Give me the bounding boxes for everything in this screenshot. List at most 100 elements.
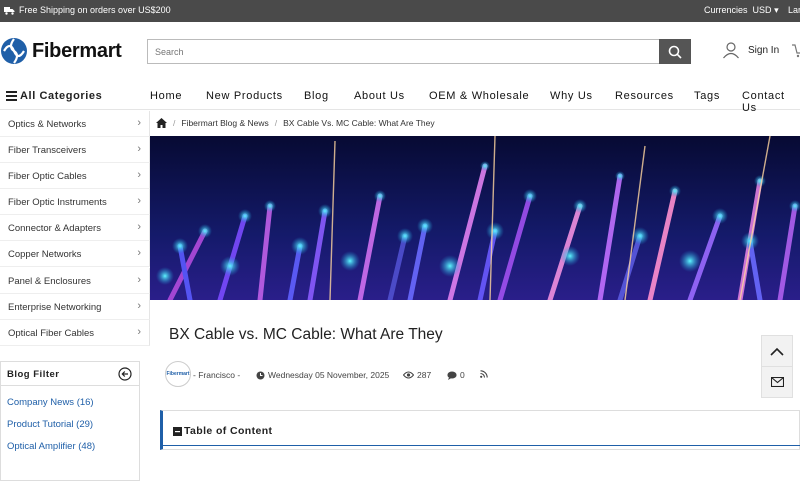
main-nav: All Categories Home New Products Blog Ab… [0, 84, 800, 114]
category-label: Fiber Optic Instruments [8, 197, 107, 208]
category-label: Optical Fiber Cables [8, 328, 95, 339]
search-button[interactable] [659, 39, 691, 64]
sign-in-link[interactable]: Sign In [722, 41, 779, 59]
currency-selector[interactable]: Currencies USD ▾ [704, 5, 779, 16]
cart-icon [792, 44, 800, 58]
back-to-top-button[interactable] [761, 335, 793, 367]
blog-filter-header: Blog Filter [1, 362, 139, 386]
article-title: BX Cable vs. MC Cable: What Are They [169, 326, 443, 343]
category-label: Panel & Enclosures [8, 276, 91, 287]
chevron-right-icon: › [137, 300, 141, 312]
rss-link[interactable] [480, 370, 488, 378]
nav-blog[interactable]: Blog [304, 90, 329, 102]
chevron-up-icon [770, 347, 784, 356]
search-icon [668, 45, 682, 59]
brand-name: Fibermart [32, 39, 122, 62]
chevron-right-icon: › [137, 195, 141, 207]
breadcrumb: / Fibermart Blog & News / BX Cable Vs. M… [150, 110, 800, 136]
user-icon [723, 42, 739, 59]
filter-link[interactable]: Company News (16) [7, 397, 94, 408]
contact-mail-button[interactable] [761, 366, 793, 398]
views-count: 287 [417, 370, 432, 380]
nav-resources[interactable]: Resources [615, 90, 674, 102]
category-item[interactable]: Fiber Optic Instruments › [0, 189, 150, 215]
eye-icon [403, 371, 414, 379]
fibermart-logo-icon [1, 38, 27, 64]
category-label: Fiber Optic Cables [8, 171, 87, 182]
chevron-down-icon: ▾ [774, 5, 779, 15]
post-date-text: Wednesday 05 November, 2025 [268, 370, 390, 380]
views: 287 [403, 370, 431, 380]
category-item[interactable]: Fiber Transceivers › [0, 137, 150, 163]
category-item[interactable]: Panel & Enclosures › [0, 268, 150, 294]
category-label: Connector & Adapters [8, 223, 101, 234]
nav-about-us[interactable]: About Us [354, 90, 405, 102]
sign-in-label: Sign In [748, 44, 780, 56]
blog-filter: Blog Filter Company News (16) Product Tu… [0, 361, 140, 481]
breadcrumb-separator: / [173, 118, 176, 128]
clock-icon [256, 371, 265, 379]
category-item[interactable]: Optics & Networks › [0, 111, 150, 137]
toc-toggle[interactable]: Table of Content [173, 425, 272, 437]
article-banner-image [150, 135, 800, 303]
nav-tags[interactable]: Tags [694, 90, 720, 102]
minus-square-icon [173, 426, 182, 436]
chevron-right-icon: › [137, 326, 141, 338]
nav-oem-wholesale[interactable]: OEM & Wholesale [429, 90, 529, 102]
nav-why-us[interactable]: Why Us [550, 90, 593, 102]
chevron-right-icon: › [137, 221, 141, 233]
comments[interactable]: 0 [447, 370, 465, 380]
top-bar: Free Shipping on orders over US$200 Curr… [0, 0, 800, 22]
filter-link[interactable]: Optical Amplifier (48) [7, 441, 95, 452]
blog-filter-title: Blog Filter [7, 369, 60, 380]
chevron-right-icon: › [137, 247, 141, 259]
category-label: Optics & Networks [8, 119, 87, 130]
chevron-right-icon: › [137, 117, 141, 129]
toc-divider [163, 445, 800, 446]
comments-count: 0 [460, 370, 465, 380]
logo[interactable]: Fibermart [0, 37, 122, 65]
search-box [147, 39, 691, 64]
category-label: Fiber Transceivers [8, 145, 87, 156]
hamburger-icon [6, 91, 17, 101]
category-label: Copper Networks [8, 249, 82, 260]
arrow-left-circle-icon [118, 367, 132, 381]
shipping-text: Free Shipping on orders over US$200 [19, 5, 171, 15]
nav-home[interactable]: Home [150, 90, 182, 102]
shipping-notice: Free Shipping on orders over US$200 [4, 5, 171, 15]
currencies-label: Currencies [704, 5, 748, 15]
all-categories-button[interactable]: All Categories [6, 90, 102, 102]
category-item[interactable]: Optical Fiber Cables › [0, 320, 150, 346]
avatar-logo-text: Fibermart [166, 371, 190, 377]
category-label: Enterprise Networking [8, 302, 102, 313]
truck-icon [4, 6, 15, 15]
breadcrumb-separator: / [274, 118, 278, 128]
nav-new-products[interactable]: New Products [206, 90, 283, 102]
all-categories-label: All Categories [20, 90, 103, 102]
chevron-right-icon: › [137, 169, 141, 181]
category-item[interactable]: Connector & Adapters › [0, 215, 150, 241]
filter-link[interactable]: Product Tutorial (29) [7, 419, 93, 430]
comment-icon [447, 371, 457, 380]
table-of-content: Table of Content [160, 410, 800, 450]
home-icon[interactable] [156, 118, 167, 128]
toc-title: Table of Content [184, 425, 273, 437]
category-item[interactable]: Copper Networks › [0, 241, 150, 267]
avatar: Fibermart [165, 361, 191, 387]
breadcrumb-blog-link[interactable]: Fibermart Blog & News [181, 118, 268, 128]
author: - Francisco - [193, 370, 241, 380]
currency-value: USD [752, 5, 772, 15]
chevron-right-icon: › [137, 274, 141, 286]
post-date: Wednesday 05 November, 2025 [256, 370, 389, 380]
collapse-filter-button[interactable] [118, 367, 132, 386]
header: Fibermart Sign In [0, 22, 800, 82]
article-meta: Fibermart - Francisco - Wednesday 05 Nov… [165, 361, 785, 389]
cart-button[interactable] [792, 42, 800, 63]
category-item[interactable]: Fiber Optic Cables › [0, 163, 150, 189]
fiber-optic-illustration [150, 135, 800, 303]
chevron-right-icon: › [137, 143, 141, 155]
search-input[interactable] [148, 40, 660, 63]
mail-icon [770, 377, 784, 387]
category-item[interactable]: Enterprise Networking › [0, 294, 150, 320]
language-selector[interactable]: Lar [788, 5, 800, 15]
